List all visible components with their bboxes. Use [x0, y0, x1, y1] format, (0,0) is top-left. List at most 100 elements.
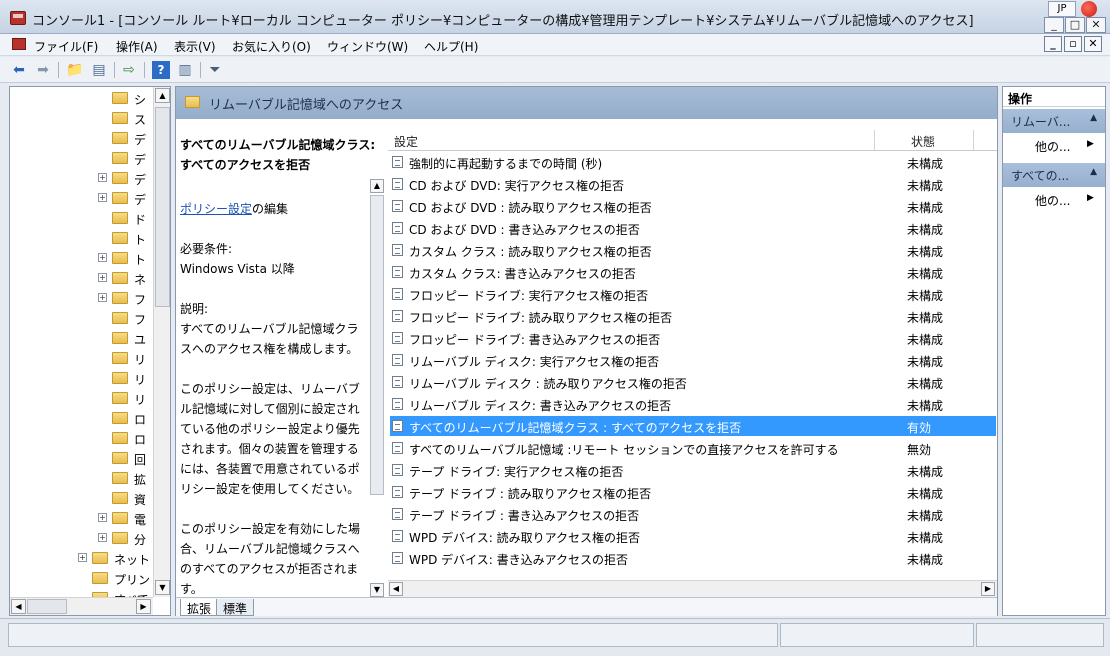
expand-plus-icon[interactable]: +	[98, 513, 107, 522]
policy-row[interactable]: すべてのリムーバブル記憶域 :リモート セッションでの直接アクセスを許可する 無効	[390, 438, 996, 458]
tree-node[interactable]: + ト	[10, 249, 152, 269]
mdi-close-button[interactable]: ✕	[1084, 36, 1102, 52]
policy-row[interactable]: リムーバブル ディスク : 読み取りアクセス権の拒否 未構成	[390, 372, 996, 392]
collapse-caret-icon[interactable]: ▲	[1090, 113, 1097, 123]
expand-plus-icon[interactable]: +	[98, 253, 107, 262]
tree-node[interactable]: リ	[10, 349, 152, 369]
mdi-minimize-button[interactable]: _	[1044, 36, 1062, 52]
action-group-folder[interactable]: リムーバ... ▲	[1003, 109, 1105, 133]
scroll-down-arrow-icon[interactable]: ▼	[370, 583, 384, 597]
policy-row[interactable]: テープ ドライブ: 実行アクセス権の拒否 未構成	[390, 460, 996, 480]
tree-node[interactable]: 拡	[10, 469, 152, 489]
policy-row[interactable]: WPD デバイス: 書き込みアクセスの拒否 未構成	[390, 548, 996, 568]
scroll-left-arrow-icon[interactable]: ◀	[11, 599, 26, 614]
mdi-restore-button[interactable]: ▫	[1064, 36, 1082, 52]
tree-node[interactable]: デ	[10, 129, 152, 149]
policy-row[interactable]: フロッピー ドライブ: 読み取りアクセス権の拒否 未構成	[390, 306, 996, 326]
description-scroll-thumb[interactable]	[370, 195, 384, 495]
filter-icon[interactable]: ⏷	[206, 61, 224, 79]
policy-row[interactable]: リムーバブル ディスク: 書き込みアクセスの拒否 未構成	[390, 394, 996, 414]
policy-row[interactable]: CD および DVD : 書き込みアクセスの拒否 未構成	[390, 218, 996, 238]
tree-node[interactable]: シ	[10, 89, 152, 109]
tree-node[interactable]: + ネット	[10, 549, 152, 569]
tree-node[interactable]: プリン	[10, 569, 152, 589]
show-hide-action-pane-icon[interactable]: ▥	[176, 61, 194, 79]
tree-vertical-scrollbar[interactable]: ▲ ▼	[153, 87, 170, 597]
expand-plus-icon[interactable]: +	[98, 533, 107, 542]
show-hide-tree-icon[interactable]: ▤	[90, 61, 108, 79]
tree-hscroll-thumb[interactable]	[27, 599, 67, 614]
policy-row[interactable]: WPD デバイス: 読み取りアクセス権の拒否 未構成	[390, 526, 996, 546]
tree-node[interactable]: ロ	[10, 409, 152, 429]
scroll-down-arrow-icon[interactable]: ▼	[155, 580, 170, 595]
tree-node[interactable]: + ネ	[10, 269, 152, 289]
action-more-actions-1[interactable]: 他の... ▶	[1035, 138, 1094, 155]
menu-help[interactable]: ヘルプ(H)	[424, 38, 478, 55]
policy-row[interactable]: カスタム クラス: 書き込みアクセスの拒否 未構成	[390, 262, 996, 282]
tree-node[interactable]: + フ	[10, 289, 152, 309]
policy-list[interactable]: 設定 状態 強制的に再起動するまでの時間 (秒) 未構成 CD および DVD: 実…	[388, 130, 997, 582]
ime-status-icon[interactable]	[1081, 1, 1097, 17]
tree-scroll-thumb[interactable]	[155, 107, 170, 307]
column-state[interactable]: 状態	[911, 133, 935, 150]
tree-node[interactable]: 資	[10, 489, 152, 509]
policy-settings-link[interactable]: ポリシー設定	[180, 202, 252, 216]
scroll-right-arrow-icon[interactable]: ▶	[981, 582, 995, 596]
tree-node[interactable]: + デ	[10, 189, 152, 209]
tree-node[interactable]: ト	[10, 229, 152, 249]
column-setting[interactable]: 設定	[394, 133, 418, 150]
menu-favorites[interactable]: お気に入り(O)	[232, 38, 311, 55]
tree-node[interactable]: リ	[10, 389, 152, 409]
policy-row[interactable]: テープ ドライブ : 読み取りアクセス権の拒否 未構成	[390, 482, 996, 502]
scroll-up-arrow-icon[interactable]: ▲	[370, 179, 384, 193]
console-doc-icon[interactable]	[12, 38, 26, 50]
tab-standard[interactable]: 標準	[216, 599, 255, 616]
collapse-caret-icon[interactable]: ▲	[1090, 167, 1097, 177]
policy-row[interactable]: カスタム クラス : 読み取りアクセス権の拒否 未構成	[390, 240, 996, 260]
menu-action[interactable]: 操作(A)	[116, 38, 158, 55]
menu-view[interactable]: 表示(V)	[174, 38, 216, 55]
policy-row[interactable]: フロッピー ドライブ: 実行アクセス権の拒否 未構成	[390, 284, 996, 304]
expand-plus-icon[interactable]: +	[98, 193, 107, 202]
console-tree[interactable]: シスデデ+デ+デドト+ト+ネ+フフユリリリロロ回拡資+電+分+ネットプリンすべて…	[9, 86, 171, 616]
export-list-icon[interactable]: ⇨	[120, 61, 138, 79]
forward-arrow-icon[interactable]: ➡	[34, 61, 52, 79]
back-arrow-icon[interactable]: ⬅	[10, 61, 28, 79]
policy-row[interactable]: リムーバブル ディスク: 実行アクセス権の拒否 未構成	[390, 350, 996, 370]
action-group-policy[interactable]: すべての... ▲	[1003, 163, 1105, 187]
expand-plus-icon[interactable]: +	[98, 293, 107, 302]
policy-row[interactable]: CD および DVD: 実行アクセス権の拒否 未構成	[390, 174, 996, 194]
tree-node[interactable]: リ	[10, 369, 152, 389]
maximize-button[interactable]: □	[1065, 17, 1085, 33]
tree-node[interactable]: ス	[10, 109, 152, 129]
tree-node[interactable]: フ	[10, 309, 152, 329]
description-scrollbar[interactable]: ▲ ▼	[370, 179, 385, 599]
tab-extended[interactable]: 拡張	[180, 599, 219, 616]
tree-node[interactable]: + 電	[10, 509, 152, 529]
tree-horizontal-scrollbar[interactable]: ◀ ▶	[10, 597, 153, 615]
expand-plus-icon[interactable]: +	[98, 273, 107, 282]
policy-row[interactable]: CD および DVD : 読み取りアクセス権の拒否 未構成	[390, 196, 996, 216]
tree-node[interactable]: 回	[10, 449, 152, 469]
tree-node[interactable]: ユ	[10, 329, 152, 349]
tree-node[interactable]: デ	[10, 149, 152, 169]
expand-plus-icon[interactable]: +	[98, 173, 107, 182]
menu-file[interactable]: ファイル(F)	[34, 38, 98, 55]
up-folder-icon[interactable]: 📁	[66, 61, 84, 79]
scroll-up-arrow-icon[interactable]: ▲	[155, 88, 170, 103]
minimize-button[interactable]: _	[1044, 17, 1064, 33]
policy-row[interactable]: 強制的に再起動するまでの時間 (秒) 未構成	[390, 152, 996, 172]
tree-node[interactable]: ロ	[10, 429, 152, 449]
list-horizontal-scrollbar[interactable]: ◀ ▶	[388, 580, 997, 597]
tree-node[interactable]: ド	[10, 209, 152, 229]
tree-node[interactable]: + デ	[10, 169, 152, 189]
tree-node[interactable]: + 分	[10, 529, 152, 549]
policy-row[interactable]: フロッピー ドライブ: 書き込みアクセスの拒否 未構成	[390, 328, 996, 348]
scroll-left-arrow-icon[interactable]: ◀	[389, 582, 403, 596]
action-more-actions-2[interactable]: 他の... ▶	[1035, 192, 1094, 209]
mmc-app-icon[interactable]	[10, 11, 26, 25]
expand-plus-icon[interactable]: +	[78, 553, 87, 562]
menu-window[interactable]: ウィンドウ(W)	[327, 38, 408, 55]
ime-language-indicator[interactable]: JP	[1048, 1, 1076, 17]
close-button[interactable]: ✕	[1086, 17, 1106, 33]
